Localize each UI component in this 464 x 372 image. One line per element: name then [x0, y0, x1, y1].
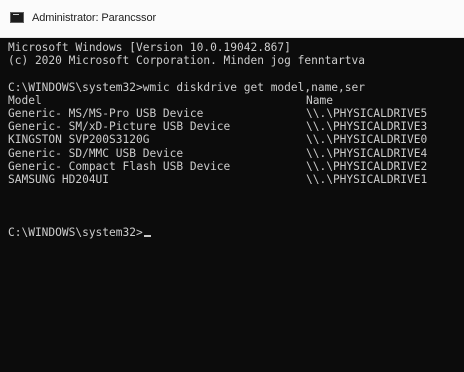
command-line: C:\WINDOWS\system32>wmic diskdrive get m…: [8, 81, 464, 94]
active-prompt-path: C:\WINDOWS\system32>: [8, 225, 143, 239]
active-prompt-line[interactable]: C:\WINDOWS\system32>: [8, 226, 464, 239]
output-row: Generic- Compact Flash USB Device \\.\PH…: [8, 160, 464, 173]
banner-version-line: Microsoft Windows [Version 10.0.19042.86…: [8, 41, 291, 54]
text-cursor: [143, 234, 151, 237]
row-name: \\.\PHYSICALDRIVE1: [306, 172, 428, 186]
row-name: \\.\PHYSICALDRIVE0: [306, 133, 428, 147]
header-model: Model: [8, 93, 42, 107]
banner-copyright-line: (c) 2020 Microsoft Corporation. Minden j…: [8, 54, 365, 68]
row-name: \\.\PHYSICALDRIVE4: [306, 146, 428, 160]
output-header-row: Model Name: [8, 94, 464, 107]
console-output-area[interactable]: Microsoft Windows [Version 10.0.19042.86…: [8, 41, 464, 372]
command-prompt-path: C:\WINDOWS\system32>: [8, 80, 143, 94]
row-model: SAMSUNG HD204UI: [8, 172, 110, 186]
row-model: Generic- Compact Flash USB Device: [8, 159, 231, 173]
header-name: Name: [306, 93, 333, 107]
output-row: SAMSUNG HD204UI \\.\PHYSICALDRIVE1: [8, 173, 464, 186]
row-model: Generic- SD/MMC USB Device: [8, 146, 184, 160]
command-text: wmic diskdrive get model,name,ser: [142, 80, 365, 94]
cmd-console-icon: [10, 12, 24, 23]
output-row: Generic- MS/MS-Pro USB Device \\.\PHYSIC…: [8, 107, 464, 120]
row-model: KINGSTON SVP200S3120G: [8, 133, 150, 147]
output-row: Generic- SM/xD-Picture USB Device \\.\PH…: [8, 120, 464, 133]
command-prompt-window: Administrator: Parancssor Microsoft Wind…: [0, 0, 464, 372]
window-titlebar[interactable]: Administrator: Parancssor: [0, 0, 464, 38]
row-name: \\.\PHYSICALDRIVE5: [306, 106, 428, 120]
window-title: Administrator: Parancssor: [32, 12, 157, 24]
row-name: \\.\PHYSICALDRIVE3: [306, 120, 428, 134]
output-row: Generic- SD/MMC USB Device \\.\PHYSICALD…: [8, 147, 464, 160]
output-row: KINGSTON SVP200S3120G \\.\PHYSICALDRIVE0: [8, 133, 464, 146]
row-model: Generic- MS/MS-Pro USB Device: [8, 106, 204, 120]
row-model: Generic- SM/xD-Picture USB Device: [8, 120, 231, 134]
row-name: \\.\PHYSICALDRIVE2: [306, 159, 428, 173]
